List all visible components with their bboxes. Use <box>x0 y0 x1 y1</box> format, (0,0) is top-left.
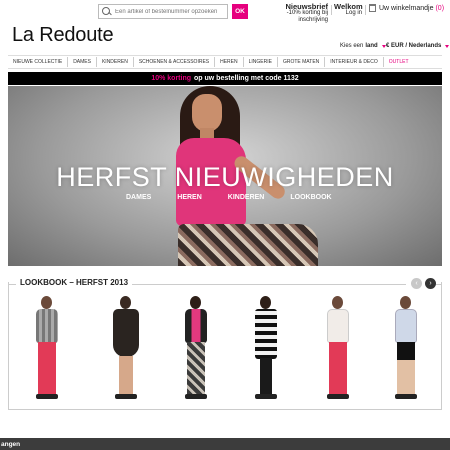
lookbook-outfit-4[interactable] <box>246 296 286 404</box>
nav-item-interieur-deco[interactable]: INTERIEUR & DECO <box>325 57 384 67</box>
country-value: land <box>365 43 378 49</box>
bottom-bar-text: angen <box>1 440 21 448</box>
cart-link[interactable]: Uw winkelmandje (0) <box>369 4 449 12</box>
lookbook-title: LOOKBOOK – HERFST 2013 <box>16 278 133 287</box>
login-label: Log in <box>345 10 362 16</box>
newsletter-title: Nieuwsbrief <box>285 2 328 11</box>
cart-count: (0) <box>435 4 445 12</box>
site-logo[interactable]: La Redoute <box>12 24 114 47</box>
newsletter-subtitle: -10% korting bij inschrijving <box>286 10 328 23</box>
divider <box>331 5 332 15</box>
lookbook-outfit-1[interactable] <box>27 296 67 404</box>
country-selector[interactable]: Kies een land <box>340 43 386 49</box>
search-input[interactable] <box>115 8 225 15</box>
lookbook-outfit-2[interactable] <box>106 296 146 404</box>
promo-banner[interactable]: 10% korting op uw bestelling met code 11… <box>8 72 442 85</box>
lookbook-carousel <box>8 282 442 410</box>
nav-item-grote-maten[interactable]: GROTE MATEN <box>278 57 326 67</box>
nav-item-nieuwe-collectie[interactable]: NIEUWE COLLECTIE <box>8 57 69 67</box>
cart-label: Uw winkelmandje <box>379 4 434 12</box>
currency-value: € EUR / Nederlands <box>386 43 442 49</box>
lookbook-outfit-6[interactable] <box>386 296 426 404</box>
utility-bar: OK Nieuwsbrief -10% korting bij inschrij… <box>0 0 450 24</box>
hero-link-lookbook[interactable]: LOOKBOOK <box>290 194 331 201</box>
nav-item-heren[interactable]: HEREN <box>215 57 244 67</box>
search-icon <box>102 6 112 17</box>
hero-link-heren[interactable]: HEREN <box>177 194 202 201</box>
chevron-down-icon <box>445 44 450 48</box>
chevron-left-icon[interactable]: ‹ <box>411 278 422 289</box>
main-navigation: NIEUWE COLLECTIE DAMES KINDEREN SCHOENEN… <box>8 55 442 69</box>
chevron-right-icon[interactable]: › <box>425 278 436 289</box>
country-label: Kies een <box>340 43 364 49</box>
hero-title: HERFST NIEUWIGHEDEN <box>56 162 394 192</box>
hero-link-dames[interactable]: DAMES <box>126 194 151 201</box>
lookbook-outfit-3[interactable] <box>176 296 216 404</box>
nav-item-kinderen[interactable]: KINDEREN <box>97 57 134 67</box>
search-ok-button[interactable]: OK <box>232 4 248 19</box>
currency-selector[interactable]: € EUR / Nederlands <box>386 43 450 49</box>
nav-item-lingerie[interactable]: LINGERIE <box>244 57 278 67</box>
carousel-controls: ‹ › <box>406 278 436 289</box>
hero-banner[interactable]: HERFST NIEUWIGHEDEN DAMES HEREN KINDEREN… <box>8 86 442 266</box>
nav-item-dames[interactable]: DAMES <box>68 57 97 67</box>
lookbook-outfit-5[interactable] <box>318 296 358 404</box>
welcome-login-link[interactable]: Welkom Log in <box>334 2 363 17</box>
search-field[interactable] <box>98 4 228 19</box>
promo-text: op uw bestelling met code 1132 <box>194 75 299 82</box>
welcome-title: Welkom <box>334 2 363 11</box>
promo-highlight: 10% korting <box>151 75 192 82</box>
bottom-bar[interactable]: angen <box>0 438 450 450</box>
shopping-bag-icon <box>369 4 376 12</box>
nav-item-schoenen-accessoires[interactable]: SCHOENEN & ACCESSOIRES <box>134 57 216 67</box>
newsletter-link[interactable]: Nieuwsbrief -10% korting bij inschrijvin… <box>268 3 328 24</box>
hero-link-kinderen[interactable]: KINDEREN <box>228 194 265 201</box>
search-bar: OK <box>98 4 248 19</box>
divider <box>365 5 366 15</box>
hero-links: DAMES HEREN KINDEREN LOOKBOOK <box>126 194 358 201</box>
nav-item-outlet[interactable]: OUTLET <box>384 57 414 67</box>
